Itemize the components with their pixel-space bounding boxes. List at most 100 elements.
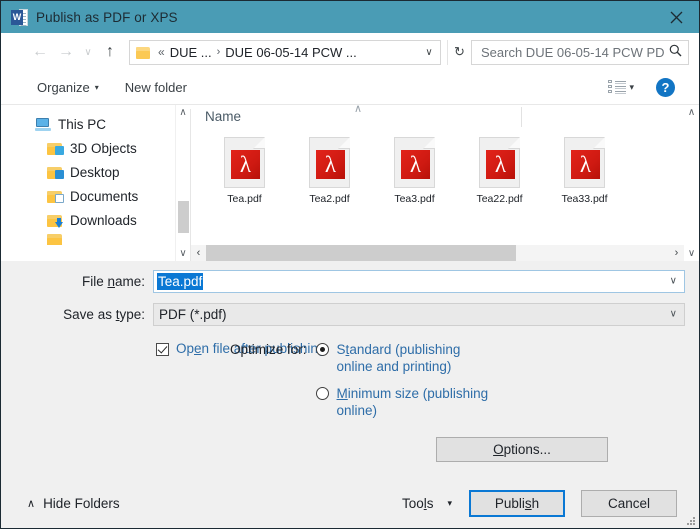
optimize-for-group: Optimize for: Standard (publishing onlin… xyxy=(223,341,699,419)
file-browser: This PC 3D Objects Desktop Documents Dow… xyxy=(1,105,699,261)
tools-button[interactable]: Tools ▾ xyxy=(402,496,452,511)
file-item[interactable]: λ Tea33.pdf xyxy=(543,135,626,205)
sidebar-item-desktop[interactable]: Desktop xyxy=(23,160,190,184)
breadcrumb-item-1[interactable]: DUE 06-05-14 PCW ... xyxy=(225,45,357,60)
sidebar-item-partial[interactable] xyxy=(23,232,190,245)
options-button[interactable]: Options... xyxy=(436,437,608,462)
sidebar-item-label: This PC xyxy=(58,116,107,132)
publish-label: Publish xyxy=(494,495,540,511)
file-item[interactable]: λ Tea2.pdf xyxy=(288,135,371,205)
sidebar-item-downloads[interactable]: Downloads xyxy=(23,208,190,232)
scroll-right-icon[interactable]: › xyxy=(669,247,684,259)
sidebar-item-3d-objects[interactable]: 3D Objects xyxy=(23,136,190,160)
pdf-file-icon: λ xyxy=(564,137,605,188)
open-after-publishing-wrap: Open file after publishing xyxy=(1,341,325,419)
column-header-row: ∧ Name xyxy=(191,105,699,129)
navigation-pane-scrollbar[interactable]: ∧ ∨ xyxy=(175,105,190,261)
file-name-label: Tea3.pdf xyxy=(394,193,435,205)
window-title: Publish as PDF or XPS xyxy=(36,9,178,25)
resize-grip[interactable] xyxy=(685,515,695,525)
folder-icon xyxy=(47,232,63,245)
sidebar-item-label: 3D Objects xyxy=(70,140,137,156)
navigation-bar: ← → ∨ ↑ « DUE ... › DUE 06-05-14 PCW ...… xyxy=(1,33,699,71)
view-options-chevron-down-icon[interactable]: ▾ xyxy=(629,82,634,93)
chevron-down-icon: ▾ xyxy=(94,83,99,92)
file-item[interactable]: λ Tea.pdf xyxy=(203,135,286,205)
organize-label: Organize xyxy=(37,80,90,95)
file-grid: λ Tea.pdf λ Tea2.pdf λ Tea3.pdf λ Tea22.… xyxy=(191,129,699,205)
pdf-file-icon: λ xyxy=(224,137,265,188)
organize-button[interactable]: Organize ▾ xyxy=(37,80,99,95)
chevron-down-icon[interactable]: ∨ xyxy=(670,276,677,287)
options-button-wrap: Options... xyxy=(1,419,699,462)
address-bar[interactable]: « DUE ... › DUE 06-05-14 PCW ... ∨ xyxy=(129,39,441,65)
help-icon[interactable]: ? xyxy=(656,78,675,97)
hide-folders-button[interactable]: ∧ Hide Folders xyxy=(27,496,120,511)
scroll-left-icon[interactable]: ‹ xyxy=(191,247,206,259)
breadcrumb-item-0[interactable]: DUE ... xyxy=(170,45,212,60)
sidebar-item-documents[interactable]: Documents xyxy=(23,184,190,208)
file-item[interactable]: λ Tea3.pdf xyxy=(373,135,456,205)
breadcrumb-separator-icon: › xyxy=(216,46,221,58)
refresh-icon[interactable]: ↻ xyxy=(447,39,471,65)
radio-icon[interactable] xyxy=(315,387,329,400)
scrollbar-thumb[interactable] xyxy=(178,201,189,233)
sort-ascending-icon[interactable]: ∧ xyxy=(354,105,362,115)
checkbox-icon[interactable] xyxy=(156,343,169,356)
scroll-down-icon[interactable]: ∨ xyxy=(688,246,695,261)
word-app-icon: W xyxy=(11,8,28,26)
folder-3d-icon xyxy=(47,141,64,155)
scroll-down-icon[interactable]: ∨ xyxy=(179,246,186,261)
optimize-radio-group: Standard (publishing online and printing… xyxy=(315,341,497,419)
hscrollbar-thumb[interactable] xyxy=(206,245,517,261)
radio-minimum-size-label: Minimum size (publishing online) xyxy=(336,386,489,418)
cancel-button[interactable]: Cancel xyxy=(581,489,677,517)
save-as-type-value: PDF (*.pdf) xyxy=(159,306,227,322)
pc-icon xyxy=(35,117,51,131)
publish-button[interactable]: Publish xyxy=(469,489,565,517)
file-name-label: Tea33.pdf xyxy=(561,193,608,205)
sidebar-item-label: Documents xyxy=(70,188,139,204)
scroll-up-icon[interactable]: ∧ xyxy=(688,105,695,120)
search-placeholder: Search DUE 06-05-14 PCW PD... xyxy=(481,44,665,60)
breadcrumb-overflow-icon[interactable]: « xyxy=(158,45,165,59)
new-folder-label: New folder xyxy=(124,80,187,95)
up-icon[interactable]: ↑ xyxy=(97,39,123,65)
hide-folders-label: Hide Folders xyxy=(43,495,120,511)
pdf-file-icon: λ xyxy=(394,137,435,188)
sidebar-item-label: Downloads xyxy=(70,212,137,228)
file-name-label: Tea.pdf xyxy=(227,193,262,205)
search-icon[interactable] xyxy=(669,44,682,60)
publish-options-block: Open file after publishing Optimize for:… xyxy=(1,327,699,419)
optimize-for-label: Optimize for: xyxy=(230,342,307,357)
recent-locations-icon[interactable]: ∨ xyxy=(79,39,97,65)
list-view-icon[interactable] xyxy=(608,80,627,95)
search-input[interactable]: Search DUE 06-05-14 PCW PD... xyxy=(471,39,689,65)
sidebar-item-this-pc[interactable]: This PC xyxy=(23,112,190,136)
open-after-publishing-checkbox[interactable]: Open file after publishing xyxy=(156,341,325,356)
column-divider[interactable] xyxy=(521,107,522,127)
chevron-down-icon: ▾ xyxy=(447,497,452,508)
save-as-type-row: Save as type: PDF (*.pdf) ∨ xyxy=(1,301,699,327)
address-dropdown-icon[interactable]: ∨ xyxy=(418,41,440,64)
radio-icon[interactable] xyxy=(315,343,329,356)
file-pane-vertical-scrollbar[interactable]: ∧ ∨ xyxy=(684,105,699,261)
scroll-up-icon[interactable]: ∧ xyxy=(179,105,186,120)
file-name-input[interactable]: Tea.pdf ∨ xyxy=(153,269,685,293)
sidebar-item-label: Desktop xyxy=(70,164,120,180)
radio-minimum-size[interactable]: Minimum size (publishing online) xyxy=(315,385,497,419)
file-pane-horizontal-scrollbar[interactable]: ‹ › xyxy=(191,245,684,261)
file-name-value: Tea.pdf xyxy=(157,272,204,290)
file-item[interactable]: λ Tea22.pdf xyxy=(458,135,541,205)
forward-icon[interactable]: → xyxy=(53,39,79,65)
file-name-label: Tea2.pdf xyxy=(309,193,350,205)
chevron-down-icon[interactable]: ∨ xyxy=(670,309,677,320)
column-header-name[interactable]: Name xyxy=(205,109,241,124)
hscrollbar-track[interactable] xyxy=(206,245,669,261)
radio-standard[interactable]: Standard (publishing online and printing… xyxy=(315,341,497,375)
save-as-type-select[interactable]: PDF (*.pdf) ∨ xyxy=(153,302,685,326)
new-folder-button[interactable]: New folder xyxy=(125,80,187,95)
close-icon[interactable] xyxy=(653,1,699,33)
pdf-glyph: λ xyxy=(239,151,252,177)
back-icon[interactable]: ← xyxy=(27,39,53,65)
